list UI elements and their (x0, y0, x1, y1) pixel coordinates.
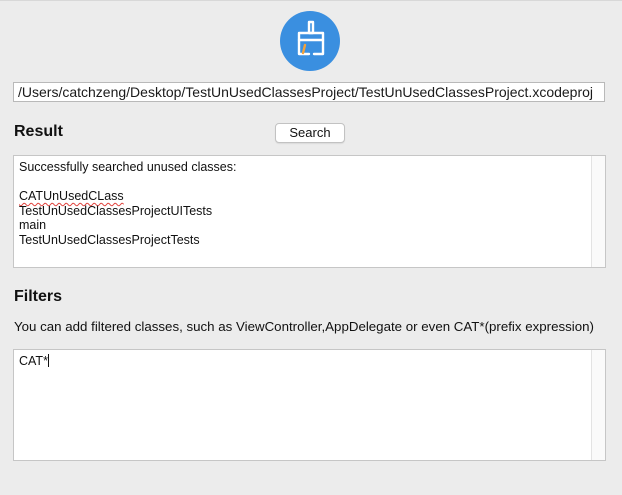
misspelled-word: CATUnUsedCLass (19, 189, 124, 203)
app-logo-broom-icon (280, 11, 340, 71)
filters-text-content: CAT* (19, 354, 589, 369)
broom-icon (297, 20, 325, 56)
result-text-area[interactable]: Successfully searched unused classes: CA… (13, 155, 606, 268)
result-line: TestUnUsedClassesProjectTests (19, 232, 200, 247)
project-path-field[interactable]: /Users/catchzeng/Desktop/TestUnUsedClass… (13, 82, 605, 102)
filters-line: CAT* (19, 354, 589, 369)
result-text-content: Successfully searched unused classes: CA… (19, 160, 589, 247)
filters-scrollbar[interactable] (591, 350, 605, 460)
result-line: TestUnUsedClassesProjectUITests (19, 203, 213, 218)
result-line: Successfully searched unused classes: (19, 160, 237, 174)
filters-value: CAT* (19, 354, 48, 368)
filters-text-area[interactable]: CAT* (13, 349, 606, 461)
filters-title: Filters (14, 288, 63, 305)
window-top-border (0, 0, 622, 1)
result-scrollbar[interactable] (591, 156, 605, 267)
result-line (19, 175, 589, 190)
result-title: Result (14, 123, 63, 140)
filters-hint-text: You can add filtered classes, such as Vi… (14, 319, 594, 334)
search-button[interactable]: Search (275, 123, 345, 143)
text-caret (47, 354, 49, 367)
result-line: main (19, 218, 47, 232)
result-line-misspelled: CATUnUsedCLass (19, 189, 589, 204)
